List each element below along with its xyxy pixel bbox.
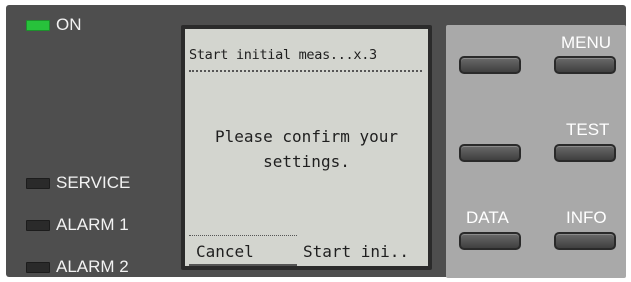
lcd-message: Please confirm your settings. xyxy=(214,127,399,171)
alarm-1-label: ALARM 1 xyxy=(56,215,129,234)
status-service: SERVICE xyxy=(26,173,130,193)
menu-label: MENU xyxy=(561,33,612,52)
alarm-2-label: ALARM 2 xyxy=(56,257,129,276)
service-led-icon xyxy=(26,177,50,189)
keypad: MENU TEST DATA INFO xyxy=(446,25,626,278)
softkey-divider-bottom xyxy=(189,264,297,266)
lcd-title: Start initial meas...x.3 xyxy=(189,47,377,63)
middle-left-button[interactable] xyxy=(459,144,521,162)
lcd-divider xyxy=(189,70,422,72)
softkey-cancel[interactable]: Cancel xyxy=(196,242,254,261)
menu-button[interactable] xyxy=(554,56,616,74)
lcd-frame: Start initial meas...x.3 Please confirm … xyxy=(181,25,432,270)
on-led-icon xyxy=(26,19,50,31)
data-label: DATA xyxy=(466,208,509,227)
softkey-start[interactable]: Start ini.. xyxy=(303,242,409,261)
top-left-button[interactable] xyxy=(459,56,521,74)
device-panel: ON SERVICE ALARM 1 ALARM 2 Start initial… xyxy=(6,5,626,278)
status-alarm-1: ALARM 1 xyxy=(26,215,129,235)
alarm-1-led-icon xyxy=(26,219,50,231)
status-on: ON xyxy=(26,15,82,35)
alarm-2-led-icon xyxy=(26,261,50,273)
info-button[interactable] xyxy=(554,232,616,250)
service-label: SERVICE xyxy=(56,173,131,192)
data-button[interactable] xyxy=(459,232,521,250)
status-alarm-2: ALARM 2 xyxy=(26,257,129,277)
lcd-screen: Start initial meas...x.3 Please confirm … xyxy=(185,29,428,266)
info-label: INFO xyxy=(566,208,607,227)
on-label: ON xyxy=(56,15,82,34)
softkey-divider-top xyxy=(189,235,297,236)
test-button[interactable] xyxy=(554,144,616,162)
test-label: TEST xyxy=(566,120,610,139)
